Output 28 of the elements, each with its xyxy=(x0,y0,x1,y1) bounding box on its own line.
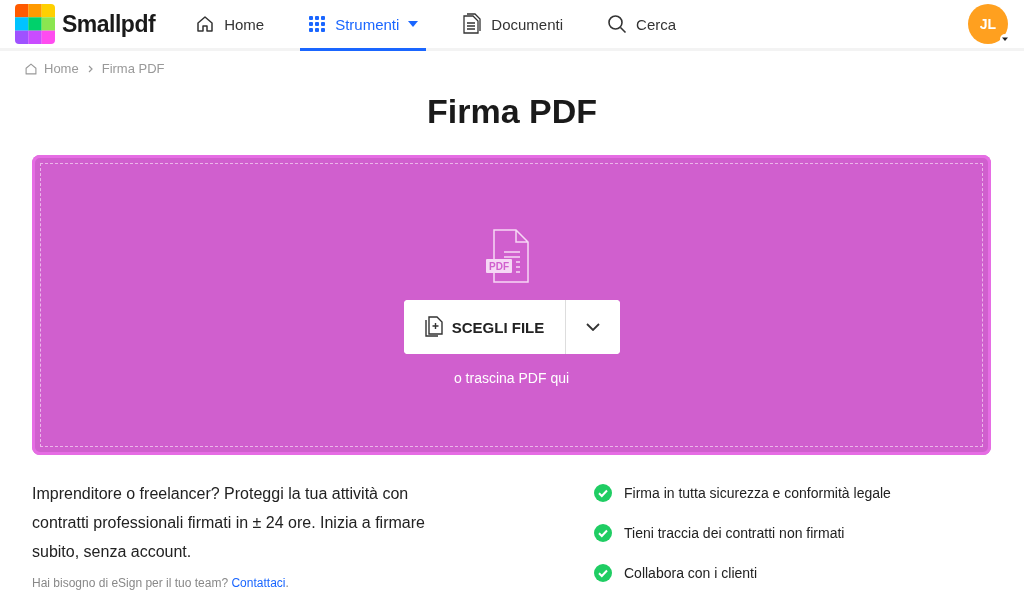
intro-text: Imprenditore o freelancer? Proteggi la tua attività con contratti professionali firmati in ± 24 ore. Inizia a firmare subito, senza account. xyxy=(32,484,426,562)
nav-tab[interactable]: Home xyxy=(187,0,273,51)
nav-tab[interactable]: Strumenti xyxy=(300,0,427,51)
caret-icon xyxy=(408,21,419,27)
document-icon xyxy=(462,13,483,35)
feature-text: Tieni traccia dei contratti non firmati xyxy=(624,525,845,541)
nav-tab[interactable]: Cerca xyxy=(599,0,685,51)
chevron-down-icon xyxy=(585,323,600,331)
check-icon xyxy=(594,524,612,542)
drop-zone[interactable]: PDF SCEGLI FILE o trascina PDF qui xyxy=(32,155,991,455)
home-icon xyxy=(24,61,38,76)
home-icon xyxy=(195,14,216,34)
page-title: Firma PDF xyxy=(425,92,598,131)
nav-tab[interactable]: Documenti xyxy=(454,0,572,51)
check-icon xyxy=(594,564,612,582)
add-file-icon xyxy=(423,316,444,338)
search-icon xyxy=(607,14,628,34)
grid-icon xyxy=(308,15,327,33)
choose-file-button[interactable]: SCEGLI FILE xyxy=(403,300,566,354)
feature-text: Collabora con i clienti xyxy=(624,565,758,581)
check-icon xyxy=(594,484,612,502)
logo-icon[interactable] xyxy=(15,4,55,44)
chevron-right-icon xyxy=(87,64,93,73)
feature-text: Firma in tutta sicurezza e conformità legale xyxy=(624,485,891,501)
drop-hint: o trascina PDF qui xyxy=(453,370,570,386)
caret-icon xyxy=(1000,34,1010,44)
logo-text[interactable]: Smallpdf xyxy=(62,10,156,38)
team-note: Hai bisogno di eSign per il tuo team? Contattaci. xyxy=(32,576,290,590)
